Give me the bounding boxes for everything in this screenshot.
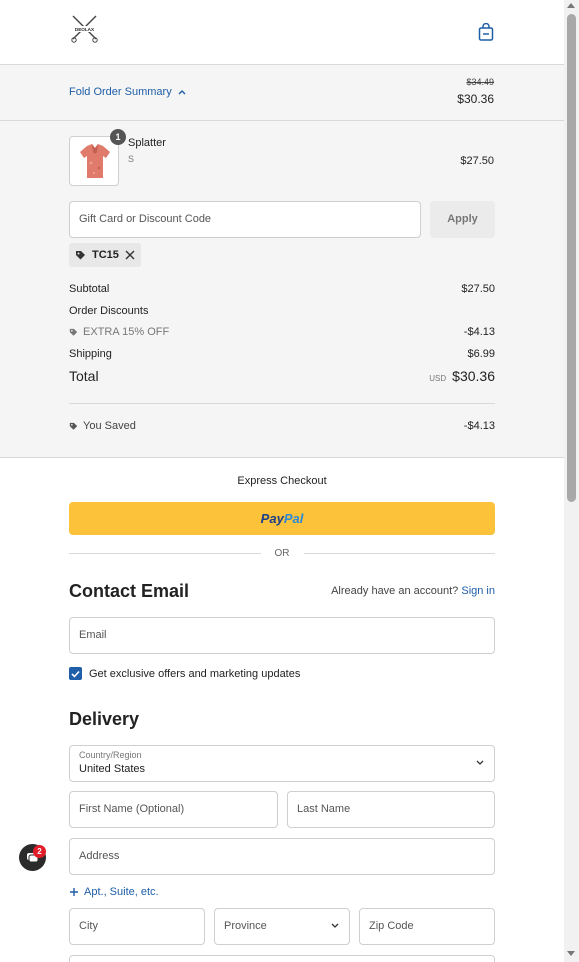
- scroll-up-arrow[interactable]: [567, 3, 575, 8]
- sign-in-link[interactable]: Sign in: [461, 585, 495, 597]
- applied-discount-chip: TC15: [69, 243, 141, 267]
- polo-shirt-image: [80, 144, 110, 178]
- last-name-placeholder: Last Name: [297, 803, 351, 815]
- total-row: Total USD $30.36: [69, 368, 495, 384]
- order-discounts-label: Order Discounts: [69, 305, 149, 317]
- shipping-label: Shipping: [69, 348, 112, 360]
- account-prompt-text: Already have an account?: [331, 585, 459, 597]
- phone-field-partial[interactable]: [69, 955, 495, 962]
- summary-divider: [69, 403, 495, 404]
- paypal-logo-pay: Pay: [260, 511, 284, 526]
- you-saved-label: You Saved: [83, 420, 136, 432]
- plus-icon: [70, 888, 78, 896]
- or-divider: OR: [69, 548, 495, 559]
- checkmark-icon: [71, 670, 80, 678]
- logo-text: DEOLAX: [75, 27, 95, 32]
- or-label: OR: [274, 548, 290, 559]
- original-price: $34.49: [466, 77, 494, 87]
- tag-icon: [69, 328, 78, 336]
- subtotal-label: Subtotal: [69, 283, 110, 295]
- marketing-checkbox[interactable]: [69, 667, 82, 680]
- city-field[interactable]: City: [69, 908, 205, 945]
- address-field[interactable]: Address: [69, 838, 495, 875]
- account-prompt: Already have an account? Sign in: [331, 585, 495, 597]
- apt-suite-label: Apt., Suite, etc.: [84, 886, 159, 898]
- province-select[interactable]: Province: [214, 908, 350, 945]
- close-icon[interactable]: [125, 250, 135, 260]
- scrollbar-thumb[interactable]: [567, 14, 576, 502]
- page-scrollbar[interactable]: [564, 0, 579, 962]
- contact-email-title: Contact Email: [69, 581, 190, 601]
- chevron-down-icon: [476, 760, 484, 765]
- order-summary: 1 Splatter S $27.50 Gift Card or Discoun…: [0, 121, 564, 458]
- currency-code: USD: [429, 374, 447, 383]
- address-placeholder: Address: [79, 850, 120, 862]
- quantity-badge: 1: [110, 129, 126, 145]
- subtotal-row: Subtotal $27.50: [69, 283, 495, 295]
- province-placeholder: Province: [224, 920, 267, 932]
- delivery-title: Delivery: [69, 709, 140, 729]
- apply-discount-button[interactable]: Apply: [430, 201, 495, 238]
- store-logo[interactable]: DEOLAX: [69, 14, 100, 44]
- last-name-field[interactable]: Last Name: [287, 791, 495, 828]
- fold-order-summary-label: Fold Order Summary: [69, 86, 172, 98]
- discount-code-input[interactable]: Gift Card or Discount Code: [69, 201, 421, 238]
- discount-name: EXTRA 15% OFF: [83, 326, 170, 338]
- order-summary-toggle: Fold Order Summary $34.49 $30.36: [0, 65, 564, 121]
- express-checkout-label: Express Checkout: [237, 475, 327, 487]
- marketing-label: Get exclusive offers and marketing updat…: [89, 667, 301, 680]
- paypal-button[interactable]: Pay Pal: [69, 502, 495, 535]
- fold-order-summary-button[interactable]: Fold Order Summary: [69, 86, 186, 98]
- total-value: $30.36: [452, 368, 495, 384]
- discount-line-row: EXTRA 15% OFF -$4.13: [69, 326, 495, 338]
- marketing-checkbox-row[interactable]: Get exclusive offers and marketing updat…: [69, 667, 300, 680]
- zip-code-field[interactable]: Zip Code: [359, 908, 495, 945]
- shipping-row: Shipping $6.99: [69, 348, 495, 360]
- product-thumbnail: [69, 136, 119, 186]
- total-label: Total: [69, 368, 99, 384]
- discount-code-placeholder: Gift Card or Discount Code: [79, 213, 212, 225]
- order-discounts-row: Order Discounts: [69, 305, 495, 317]
- email-placeholder: Email: [79, 629, 107, 641]
- paypal-logo-pal: Pal: [283, 511, 304, 526]
- cart-icon[interactable]: [478, 22, 494, 41]
- you-saved-value: -$4.13: [463, 420, 495, 432]
- chat-notification-badge: 2: [33, 845, 46, 858]
- tag-icon: [76, 250, 85, 259]
- discount-value: -$4.13: [463, 326, 495, 338]
- country-label: Country/Region: [79, 750, 142, 760]
- city-placeholder: City: [79, 920, 98, 932]
- country-value: United States: [79, 763, 146, 775]
- first-name-field[interactable]: First Name (Optional): [69, 791, 278, 828]
- email-field[interactable]: Email: [69, 617, 495, 654]
- chevron-down-icon: [331, 923, 339, 928]
- chevron-up-icon: [178, 90, 186, 95]
- subtotal-value: $27.50: [461, 283, 495, 295]
- scroll-down-arrow[interactable]: [567, 951, 575, 956]
- tag-icon: [69, 422, 78, 430]
- shipping-value: $6.99: [467, 348, 495, 360]
- you-saved-row: You Saved -$4.13: [69, 420, 495, 432]
- product-name: Splatter: [128, 137, 166, 149]
- first-name-placeholder: First Name (Optional): [79, 803, 185, 815]
- checkout-header: DEOLAX: [0, 0, 579, 65]
- product-price: $27.50: [460, 155, 494, 167]
- discount-code-label: TC15: [92, 249, 119, 261]
- add-apt-suite-link[interactable]: Apt., Suite, etc.: [69, 886, 159, 898]
- summary-total-price: $30.36: [457, 92, 494, 106]
- zip-code-placeholder: Zip Code: [369, 920, 414, 932]
- country-select[interactable]: Country/Region United States: [69, 745, 495, 782]
- product-variant: S: [128, 154, 135, 164]
